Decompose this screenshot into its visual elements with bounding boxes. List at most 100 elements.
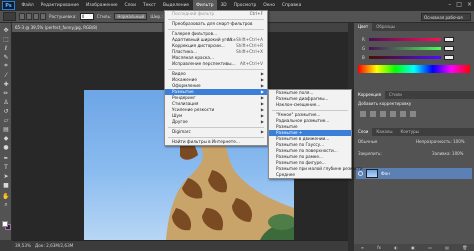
new-selection-icon[interactable] [19, 13, 25, 20]
opacity-control[interactable]: Непрозрачность: 100% [416, 138, 465, 146]
tool-preset-picker[interactable] [3, 12, 16, 21]
filter-menu-item[interactable]: Digimarc ▶ [165, 129, 267, 135]
blur-submenu-item-label: Размытие в движении... [276, 136, 330, 141]
new-layer-icon[interactable]: ▤ [445, 244, 449, 251]
move-icon[interactable]: ✥ [1, 26, 11, 34]
exposure-icon[interactable] [390, 111, 396, 117]
menu-layers[interactable]: Слои [121, 0, 139, 11]
red-bar[interactable] [369, 37, 441, 41]
menu-edit[interactable]: Редактирование [37, 0, 82, 11]
healing-icon[interactable]: ✚ [1, 80, 11, 88]
quick-select-icon[interactable]: ✎ [1, 53, 11, 61]
green-bar[interactable] [369, 46, 441, 50]
maximize-icon[interactable]: □ [456, 1, 462, 9]
blur-submenu-item-label: Размытие по рамке... [276, 154, 323, 159]
minimize-icon[interactable]: – [448, 1, 451, 9]
blur-tool-icon[interactable]: ◆ [1, 134, 11, 142]
tab-adjustments[interactable]: Коррекция [354, 91, 385, 99]
new-group-icon[interactable]: ▭ [428, 244, 432, 251]
vibrance-icon[interactable] [400, 111, 406, 117]
zoom-level[interactable]: 39,53% [15, 243, 31, 248]
tab-layers[interactable]: Слои [354, 128, 373, 136]
eyedropper-icon[interactable]: ⁄ [1, 71, 11, 79]
blend-mode-select[interactable]: Обычные [358, 138, 377, 146]
opacity-value[interactable]: 100% [453, 139, 464, 144]
style-select[interactable]: Нормальный [114, 13, 148, 20]
blue-bar[interactable] [369, 55, 441, 59]
green-slider[interactable]: G [362, 45, 458, 51]
subtract-selection-icon[interactable] [33, 13, 39, 20]
lasso-icon[interactable]: ℓ [1, 44, 11, 52]
menu-type[interactable]: Текст [139, 0, 159, 11]
tab-styles[interactable]: Стили [385, 91, 406, 99]
feather-input[interactable]: 0 пикс [79, 13, 94, 25]
link-layers-icon[interactable]: ∞ [361, 244, 364, 251]
path-select-icon[interactable]: ➤ [1, 172, 11, 180]
eye-icon[interactable] [358, 171, 363, 176]
blur-submenu-item-label: "Умное" размытие... [276, 112, 321, 117]
filter-menu-item[interactable]: Найти фильтры в Интернете... [165, 139, 267, 145]
filter-menu-item[interactable]: Преобразовать для смарт-фильтров [165, 21, 267, 27]
filter-menu-item-label: Рендеринг [172, 95, 196, 100]
blur-submenu-item-label: Наклон-смещение... [276, 102, 321, 107]
red-slider[interactable]: R [362, 36, 458, 42]
menu-help[interactable]: Справка [278, 0, 304, 11]
close-icon[interactable]: × [467, 1, 472, 9]
document-tab[interactable]: 65-3 @ 39,5% (perfect_funny.jpg, RGB/8) [12, 23, 162, 32]
dodge-icon[interactable]: ● [1, 143, 11, 151]
red-value[interactable] [444, 36, 454, 42]
brightness-icon[interactable] [360, 111, 366, 117]
filter-menu-item: Последний фильтр Ctrl+F [165, 11, 267, 17]
hand-icon[interactable]: ✋ [1, 192, 11, 200]
filter-menu: Последний фильтр Ctrl+F Преобразовать для … [164, 10, 268, 146]
curves-icon[interactable] [380, 111, 386, 117]
filter-menu-item-label: Коррекция дисторсии... [172, 43, 225, 48]
tab-color[interactable]: Цвет [354, 23, 373, 31]
gradient-icon[interactable]: ▤ [1, 125, 11, 133]
add-selection-icon[interactable] [26, 13, 32, 20]
workspace-switcher[interactable]: Основная рабочая среда [421, 13, 471, 27]
marquee-icon[interactable]: ⬚ [1, 35, 11, 43]
zoom-icon[interactable]: ⌕ [1, 201, 11, 209]
blue-slider[interactable]: B [362, 54, 458, 60]
blue-value[interactable] [444, 54, 454, 60]
adjustment-icons [360, 111, 416, 117]
layer-name[interactable]: Фон [381, 171, 390, 176]
hue-saturation-icon[interactable] [410, 111, 416, 117]
foreground-color-swatch[interactable] [2, 221, 8, 227]
type-icon[interactable]: T [1, 163, 11, 171]
fill-control[interactable]: Заливка: 100% [432, 150, 463, 158]
filter-menu-item[interactable]: Другое ▶ [165, 119, 267, 125]
trash-icon[interactable]: 🗑 [462, 244, 467, 251]
lock-label: Закрепить: [358, 151, 382, 156]
clone-stamp-icon[interactable]: ♙ [1, 98, 11, 106]
width-label: Шир.: [150, 14, 163, 19]
adjustment-layer-icon[interactable]: ◐ [394, 244, 398, 251]
fill-value[interactable]: 100% [452, 151, 463, 156]
pen-icon[interactable]: ✒ [1, 154, 11, 162]
menu-file[interactable]: Файл [18, 0, 37, 11]
brush-icon[interactable]: ✏ [1, 89, 11, 97]
tab-swatches[interactable]: Образцы [372, 23, 399, 31]
tab-paths[interactable]: Контуры [396, 128, 422, 136]
color-spectrum-ramp[interactable] [358, 65, 470, 73]
layers-footer: ∞ fx ◐ ▣ ▭ ▤ 🗑 [354, 244, 474, 251]
layer-style-icon[interactable]: fx [377, 244, 381, 251]
levels-icon[interactable] [370, 111, 376, 117]
add-mask-icon[interactable]: ▣ [411, 244, 415, 251]
shape-icon[interactable]: ■ [1, 181, 11, 189]
eraser-icon[interactable]: ▱ [1, 116, 11, 124]
blue-label: B [362, 54, 365, 60]
filter-menu-item[interactable]: Исправление перспективы... Alt+Ctrl+V [165, 61, 267, 67]
crop-icon[interactable]: ⌗ [1, 62, 11, 70]
layer-row[interactable]: Фон [356, 168, 472, 179]
green-value[interactable] [444, 45, 454, 51]
intersect-selection-icon[interactable] [40, 13, 46, 20]
filter-menu-shortcut: Alt+Ctrl+V [239, 61, 263, 66]
history-brush-icon[interactable]: ↺ [1, 107, 11, 115]
blur-submenu-item[interactable]: Наклон-смещение... [269, 102, 351, 108]
blur-submenu-item[interactable]: Среднее [269, 172, 351, 178]
menu-image[interactable]: Изображение [82, 0, 121, 11]
tab-channels[interactable]: Каналы [372, 128, 396, 136]
filter-menu-item-label: Усиление резкости [172, 107, 215, 112]
